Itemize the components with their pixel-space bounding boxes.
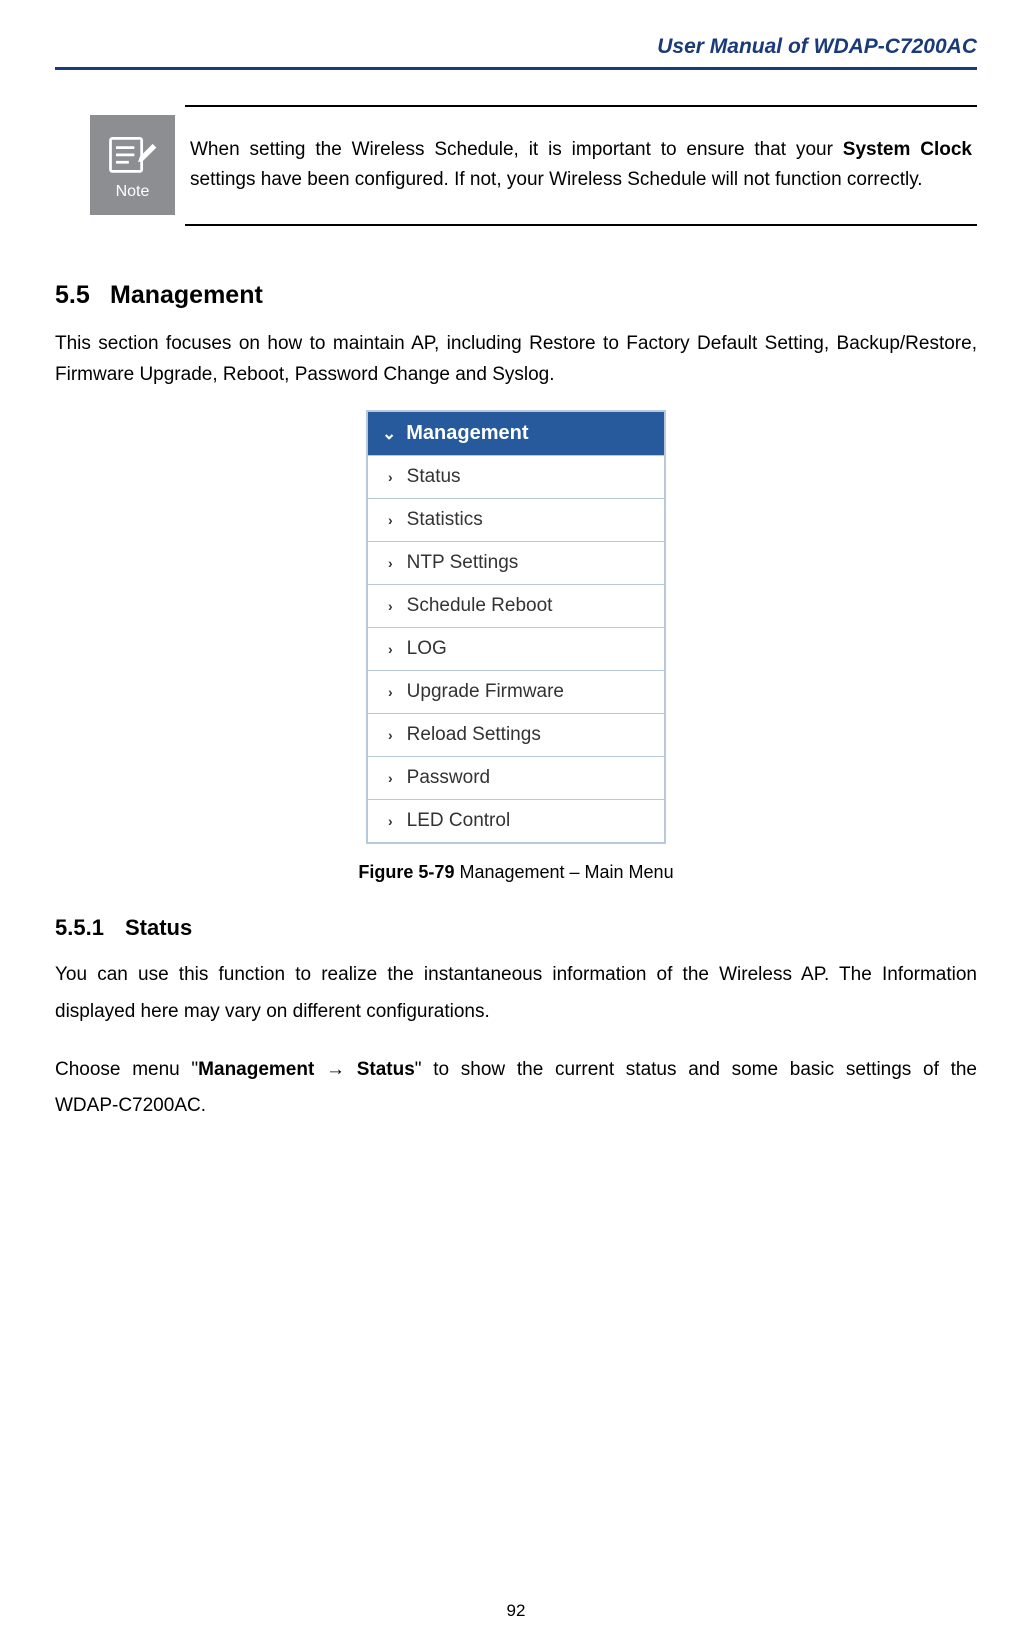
note-icon-column: Note	[90, 105, 185, 226]
para2-pre: Choose menu "	[55, 1059, 198, 1080]
subsection-number: 5.5.1	[55, 915, 125, 941]
section-5-5-1-para1: You can use this function to realize the…	[55, 957, 977, 1029]
menu-item-statistics[interactable]: › Statistics	[368, 498, 664, 541]
section-5-5-1-heading: 5.5.1Status	[55, 915, 977, 941]
chevron-right-icon: ›	[388, 813, 393, 829]
menu-item-label: Statistics	[407, 509, 483, 531]
arrow-icon: →	[326, 1059, 345, 1080]
management-menu: ⌄ Management › Status › Statistics › NTP…	[366, 410, 666, 844]
menu-item-label: Upgrade Firmware	[407, 681, 564, 703]
menu-header-management[interactable]: ⌄ Management	[368, 412, 664, 455]
section-5-5-1-para2: Choose menu "Management → Status" to sho…	[55, 1052, 977, 1124]
header-divider	[55, 67, 977, 70]
chevron-right-icon: ›	[388, 598, 393, 614]
chevron-right-icon: ›	[388, 469, 393, 485]
chevron-right-icon: ›	[388, 770, 393, 786]
section-title: Management	[110, 281, 263, 309]
chevron-right-icon: ›	[388, 727, 393, 743]
menu-item-label: Reload Settings	[407, 724, 541, 746]
menu-item-led-control[interactable]: › LED Control	[368, 799, 664, 842]
menu-item-label: LOG	[407, 638, 447, 660]
page-number: 92	[0, 1601, 1032, 1621]
section-5-5-heading: 5.5Management	[55, 281, 977, 310]
section-number: 5.5	[55, 281, 110, 310]
notepad-pencil-icon	[105, 129, 160, 179]
chevron-right-icon: ›	[388, 555, 393, 571]
chevron-down-icon: ⌄	[382, 424, 396, 444]
figure-label-rest: Management – Main Menu	[454, 862, 673, 882]
menu-item-label: NTP Settings	[407, 552, 519, 574]
menu-item-upgrade-firmware[interactable]: › Upgrade Firmware	[368, 670, 664, 713]
menu-item-log[interactable]: › LOG	[368, 627, 664, 670]
chevron-right-icon: ›	[388, 684, 393, 700]
para2-bold1: Management	[198, 1059, 326, 1080]
note-block: Note When setting the Wireless Schedule,…	[90, 105, 977, 226]
subsection-title: Status	[125, 915, 192, 940]
chevron-right-icon: ›	[388, 512, 393, 528]
figure-label-bold: Figure 5-79	[358, 862, 454, 882]
menu-header-label: Management	[406, 422, 528, 445]
note-text-part1: When setting the Wireless Schedule, it i…	[190, 139, 843, 160]
note-text: When setting the Wireless Schedule, it i…	[185, 105, 977, 226]
figure-5-79: ⌄ Management › Status › Statistics › NTP…	[55, 410, 977, 883]
header-title: User Manual of WDAP-C7200AC	[55, 35, 977, 67]
chevron-right-icon: ›	[388, 641, 393, 657]
menu-item-label: Password	[407, 767, 490, 789]
note-icon-label: Note	[116, 183, 150, 201]
figure-caption: Figure 5-79 Management – Main Menu	[358, 862, 673, 883]
menu-item-label: Status	[407, 466, 461, 488]
menu-item-password[interactable]: › Password	[368, 756, 664, 799]
menu-item-status[interactable]: › Status	[368, 455, 664, 498]
note-icon: Note	[90, 115, 175, 215]
menu-item-schedule-reboot[interactable]: › Schedule Reboot	[368, 584, 664, 627]
note-text-part2: settings have been configured. If not, y…	[190, 169, 923, 190]
menu-item-label: LED Control	[407, 810, 511, 832]
section-5-5-intro: This section focuses on how to maintain …	[55, 328, 977, 391]
menu-item-reload-settings[interactable]: › Reload Settings	[368, 713, 664, 756]
menu-item-ntp-settings[interactable]: › NTP Settings	[368, 541, 664, 584]
para2-bold2: Status	[345, 1059, 415, 1080]
menu-item-label: Schedule Reboot	[407, 595, 553, 617]
note-text-bold: System Clock	[843, 139, 972, 160]
